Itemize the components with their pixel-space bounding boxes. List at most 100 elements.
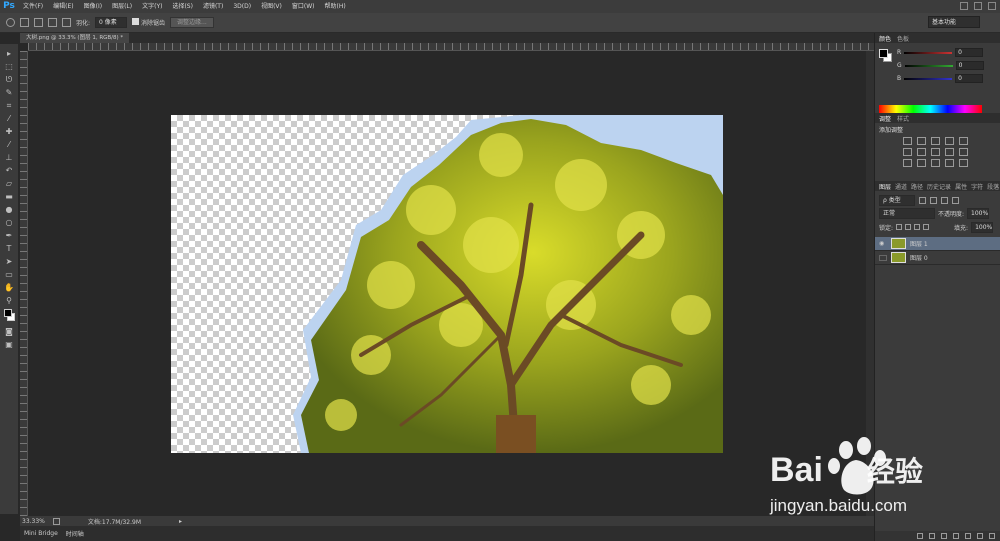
new-adjustment-icon[interactable] <box>953 533 959 539</box>
brightness-icon[interactable] <box>903 137 912 145</box>
blue-value[interactable]: 0 <box>955 74 984 83</box>
opacity-input[interactable]: 100% <box>967 207 990 219</box>
fill-input[interactable]: 100% <box>971 221 994 233</box>
menu-help[interactable]: 帮助(H) <box>320 0 351 13</box>
clone-stamp-tool-icon[interactable]: ⊥ <box>3 152 15 163</box>
eraser-tool-icon[interactable]: ▱ <box>3 178 15 189</box>
invert-icon[interactable] <box>903 159 912 167</box>
menu-3d[interactable]: 3D(D) <box>228 0 256 13</box>
tab-character[interactable]: 字符 <box>971 182 983 191</box>
curves-icon[interactable] <box>931 137 940 145</box>
refine-edge-button[interactable]: 调整边缘... <box>170 17 214 28</box>
menu-edit[interactable]: 编辑(E) <box>48 0 78 13</box>
zoom-tool-icon[interactable]: ⚲ <box>3 295 15 306</box>
type-tool-icon[interactable]: T <box>3 243 15 254</box>
shape-tool-icon[interactable]: ▭ <box>3 269 15 280</box>
new-layer-icon[interactable] <box>977 533 983 539</box>
eye-icon[interactable]: ◉ <box>879 240 887 247</box>
tab-history[interactable]: 历史记录 <box>927 182 951 191</box>
menu-view[interactable]: 视图(V) <box>256 0 287 13</box>
tab-paragraph[interactable]: 段落 <box>987 182 999 191</box>
menu-file[interactable]: 文件(F) <box>18 0 48 13</box>
hand-tool-icon[interactable]: ✋ <box>3 282 15 293</box>
gradient-map-icon[interactable] <box>945 159 954 167</box>
workspace-select[interactable]: 基本功能 <box>928 16 980 28</box>
exposure-icon[interactable] <box>945 137 954 145</box>
lasso-tool-icon[interactable]: ᘎ <box>3 74 15 85</box>
foreground-color-swatch[interactable] <box>4 309 12 317</box>
posterize-icon[interactable] <box>917 159 926 167</box>
eye-hidden-icon[interactable] <box>879 254 887 261</box>
blend-mode-select[interactable]: 正常 <box>879 207 935 219</box>
healing-brush-tool-icon[interactable]: ✚ <box>3 126 15 137</box>
layer-row[interactable]: 图层 0 <box>875 251 1000 265</box>
new-group-icon[interactable] <box>965 533 971 539</box>
menu-layer[interactable]: 图层(L) <box>107 0 137 13</box>
layer-filter-select[interactable]: ρ 类型 <box>879 194 915 206</box>
tab-channels[interactable]: 通道 <box>895 182 907 191</box>
filter-type-icon[interactable] <box>941 196 948 204</box>
channel-mixer-icon[interactable] <box>959 148 968 156</box>
threshold-icon[interactable] <box>931 159 940 167</box>
layer-name[interactable]: 图层 1 <box>910 239 928 248</box>
menu-image[interactable]: 图像(I) <box>79 0 107 13</box>
maximize-icon[interactable] <box>974 2 982 10</box>
green-value[interactable]: 0 <box>955 61 984 70</box>
levels-icon[interactable] <box>917 137 926 145</box>
tab-color[interactable]: 颜色 <box>879 34 891 43</box>
color-balance-icon[interactable] <box>917 148 926 156</box>
intersect-selection-icon[interactable] <box>62 18 71 27</box>
trash-icon[interactable] <box>989 533 995 539</box>
minimize-icon[interactable] <box>960 2 968 10</box>
tab-adjustments[interactable]: 调整 <box>879 114 891 123</box>
document-image[interactable] <box>171 115 723 453</box>
eyedropper-tool-icon[interactable]: ⁄ <box>3 113 15 124</box>
red-slider[interactable] <box>904 51 953 54</box>
screen-mode-icon[interactable]: ▣ <box>3 339 15 350</box>
tab-timeline[interactable]: 时间轴 <box>66 529 84 538</box>
lock-pixels-icon[interactable] <box>905 224 912 230</box>
antialias-checkbox[interactable]: 消除锯齿 <box>132 18 165 27</box>
tab-swatches[interactable]: 色板 <box>897 34 909 43</box>
menu-filter[interactable]: 滤镜(T) <box>198 0 228 13</box>
filter-shape-icon[interactable] <box>952 196 959 204</box>
brush-tool-icon[interactable]: ⁄ <box>3 139 15 150</box>
tab-styles[interactable]: 样式 <box>897 114 909 123</box>
color-spectrum[interactable] <box>879 105 982 113</box>
lock-all-icon[interactable] <box>923 224 930 230</box>
quick-select-tool-icon[interactable]: ✎ <box>3 87 15 98</box>
photo-filter-icon[interactable] <box>945 148 954 156</box>
layer-row[interactable]: ◉ 图层 1 <box>875 237 1000 251</box>
tab-properties[interactable]: 属性 <box>955 182 967 191</box>
menu-window[interactable]: 窗口(W) <box>287 0 320 13</box>
color-fg-swatch[interactable] <box>879 49 888 58</box>
subtract-selection-icon[interactable] <box>48 18 57 27</box>
zoom-level[interactable]: 33.33% <box>22 518 45 525</box>
history-brush-tool-icon[interactable]: ↶ <box>3 165 15 176</box>
tab-paths[interactable]: 路径 <box>911 182 923 191</box>
status-arrow-icon[interactable]: ▸ <box>179 518 182 525</box>
add-mask-icon[interactable] <box>941 533 947 539</box>
black-white-icon[interactable] <box>931 148 940 156</box>
vibrance-icon[interactable] <box>959 137 968 145</box>
color-swatches[interactable] <box>3 308 15 324</box>
gradient-tool-icon[interactable]: ▬ <box>3 191 15 202</box>
filter-adjust-icon[interactable] <box>930 196 937 204</box>
lasso-tool-preset-icon[interactable] <box>6 18 15 27</box>
document-tab[interactable]: 大树.png @ 33.3% (图层 1, RGB/8) * <box>20 33 130 43</box>
tab-layers[interactable]: 图层 <box>879 182 891 191</box>
green-slider[interactable] <box>904 64 953 67</box>
link-layers-icon[interactable] <box>917 533 923 539</box>
crop-tool-icon[interactable]: ⌗ <box>3 100 15 111</box>
menu-type[interactable]: 文字(Y) <box>137 0 167 13</box>
add-style-icon[interactable] <box>929 533 935 539</box>
new-selection-icon[interactable] <box>20 18 29 27</box>
marquee-tool-icon[interactable]: ⬚ <box>3 61 15 72</box>
red-value[interactable]: 0 <box>955 48 984 57</box>
blur-tool-icon[interactable]: ● <box>3 204 15 215</box>
layer-name[interactable]: 图层 0 <box>910 253 928 262</box>
add-selection-icon[interactable] <box>34 18 43 27</box>
filter-pixel-icon[interactable] <box>919 196 926 204</box>
export-icon[interactable] <box>52 517 60 525</box>
close-icon[interactable] <box>988 2 996 10</box>
